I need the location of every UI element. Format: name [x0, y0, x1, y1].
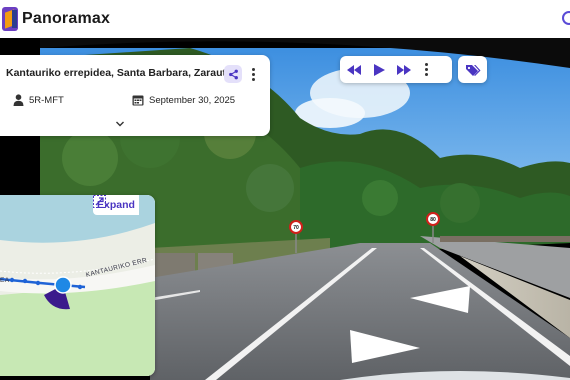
- expand-icon: [93, 195, 106, 208]
- speed-limit-sign-right: 80: [430, 217, 436, 223]
- map-canvas[interactable]: [0, 195, 155, 376]
- player-menu-button[interactable]: [422, 61, 430, 79]
- account-icon[interactable]: [562, 11, 570, 25]
- author-row[interactable]: 5R-MFT: [13, 94, 64, 106]
- person-icon: [13, 94, 24, 106]
- app-title[interactable]: Panoramax: [22, 10, 110, 28]
- location-menu-button[interactable]: [247, 65, 259, 83]
- date-row: September 30, 2025: [132, 94, 235, 106]
- author-name: 5R-MFT: [29, 94, 64, 106]
- capture-date: September 30, 2025: [149, 94, 236, 106]
- more-vertical-icon: [424, 63, 428, 66]
- calendar-icon: [132, 95, 144, 106]
- minimap[interactable]: Expand: [0, 195, 155, 376]
- speed-limit-sign-left: 70: [293, 225, 299, 231]
- sequence-player: [340, 56, 452, 83]
- fast-forward-icon[interactable]: [396, 64, 412, 76]
- app-header: Panoramax: [0, 0, 570, 38]
- share-button[interactable]: [224, 65, 242, 83]
- map-street-label: EA: [0, 277, 10, 284]
- tags-button[interactable]: [458, 56, 487, 83]
- play-icon[interactable]: [372, 63, 386, 77]
- more-vertical-icon: [251, 67, 255, 71]
- chevron-down-icon[interactable]: [115, 119, 125, 129]
- location-title: Kantauriko errepidea, Santa Barbara, Zar…: [6, 67, 232, 79]
- tag-icon: [465, 64, 480, 76]
- expand-map-button[interactable]: Expand: [93, 195, 139, 215]
- share-icon: [228, 69, 238, 79]
- fast-rewind-icon[interactable]: [346, 64, 362, 76]
- panoramax-logo[interactable]: [2, 7, 18, 31]
- location-card: Kantauriko errepidea, Santa Barbara, Zar…: [0, 55, 270, 136]
